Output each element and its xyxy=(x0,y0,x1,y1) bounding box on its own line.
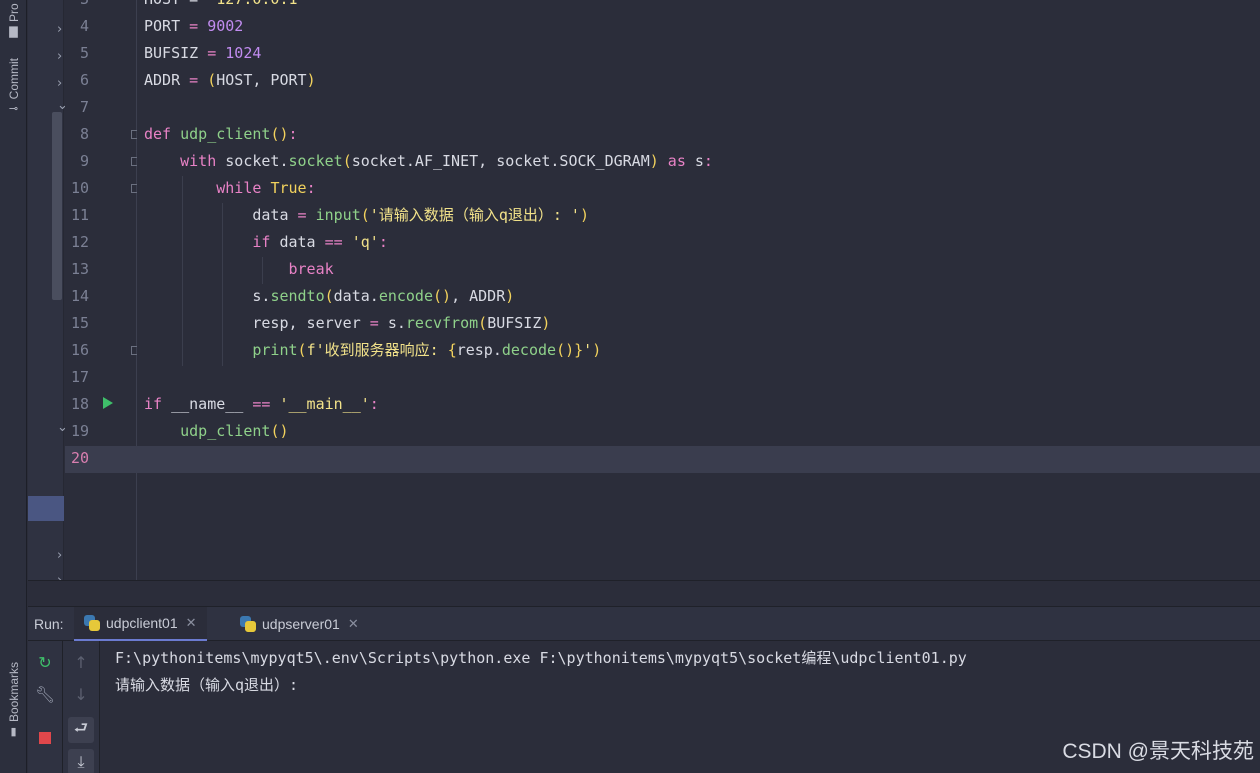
console-line: F:\pythonitems\mypyqt5\.env\Scripts\pyth… xyxy=(115,649,967,667)
rerun-icon[interactable]: ↻ xyxy=(32,649,58,675)
code-line: while True: xyxy=(216,179,316,197)
line-number: 9 xyxy=(79,152,89,170)
tool-window-strip: Pro ▇ Commit ⊸ Bookmarks ▮ xyxy=(0,0,27,773)
line-number: 20 xyxy=(70,449,89,467)
line-number: 6 xyxy=(79,71,89,89)
code-line: ADDR = (HOST, PORT) xyxy=(144,71,316,89)
run-tab-udpserver01[interactable]: udpserver01 ✕ xyxy=(230,607,369,641)
line-number: 7 xyxy=(79,98,89,116)
code-line: resp, server = s.recvfrom(BUFSIZ) xyxy=(144,314,551,332)
line-number: 8 xyxy=(79,125,89,143)
line-number: 17 xyxy=(70,368,89,386)
console-toolbar: ↑ ↓ ⮐ ⤓ xyxy=(63,641,100,773)
line-number: 4 xyxy=(79,17,89,35)
current-line-highlight xyxy=(137,446,1260,473)
code-line: HOST = '127.0.0.1' xyxy=(144,0,307,13)
python-icon xyxy=(240,616,256,632)
code-line: def udp_client(): xyxy=(144,125,298,143)
project-tool-tab[interactable]: Pro ▇ xyxy=(0,0,27,38)
scroll-to-end-icon[interactable]: ⤓ xyxy=(68,749,94,773)
run-icon[interactable] xyxy=(103,397,113,409)
line-number: 11 xyxy=(70,206,89,224)
line-number: 5 xyxy=(79,44,89,62)
run-label: Run: xyxy=(34,616,64,632)
code-line: break xyxy=(288,260,334,278)
python-icon xyxy=(84,615,100,631)
close-icon[interactable]: ✕ xyxy=(348,617,359,632)
code-line: data = input('请输入数据（输入q退出）: ') xyxy=(144,206,589,224)
line-number: 12 xyxy=(70,233,89,251)
line-number: 10 xyxy=(70,179,89,197)
commit-tool-tab[interactable]: Commit ⊸ xyxy=(0,58,27,115)
run-tab-bar: Run: udpclient01 ✕ udpserver01 ✕ xyxy=(28,606,1260,641)
line-number: 3 xyxy=(65,0,89,13)
code-line: s.sendto(data.encode(), ADDR) xyxy=(144,287,515,305)
run-tab-udpclient01[interactable]: udpclient01 ✕ xyxy=(74,607,207,641)
panel-splitter[interactable] xyxy=(28,580,1260,606)
bookmarks-tab-label: Bookmarks xyxy=(6,662,21,723)
close-icon[interactable]: ✕ xyxy=(186,616,197,631)
code-line: BUFSIZ = 1024 xyxy=(144,44,262,62)
chevron-right-icon[interactable]: › xyxy=(57,76,62,91)
code-line: udp_client() xyxy=(180,422,289,440)
code-editor[interactable]: HOST = '127.0.0.1' PORT = 9002 BUFSIZ = 10… xyxy=(137,0,1260,580)
run-tab-label: udpclient01 xyxy=(106,615,178,631)
project-tree-panel[interactable]: › › › ⌄ ⌄ › › xyxy=(28,0,68,605)
wrench-icon[interactable]: 🔧︎ xyxy=(32,681,58,707)
line-number: 13 xyxy=(70,260,89,278)
run-toolbar: ↻ 🔧︎ xyxy=(28,641,63,773)
chevron-right-icon[interactable]: › xyxy=(57,22,62,37)
code-line: if data == 'q': xyxy=(252,233,388,251)
editor-gutter[interactable]: 3 4 5 6 7 8 9 10 11 12 13 14 15 16 17 18 19 20 xyxy=(65,0,140,580)
tree-scrollbar[interactable] xyxy=(52,112,62,300)
code-line: PORT = 9002 xyxy=(144,17,244,35)
bookmarks-tool-tab[interactable]: Bookmarks ▮ xyxy=(0,662,27,738)
soft-wrap-icon[interactable]: ⮐ xyxy=(68,717,94,743)
chevron-right-icon[interactable]: › xyxy=(57,548,62,563)
project-tab-label: Pro xyxy=(6,3,21,22)
bookmark-icon: ▮ xyxy=(10,726,17,739)
console-line: 请输入数据（输入q退出）: xyxy=(115,676,299,694)
run-tab-label: udpserver01 xyxy=(262,616,340,632)
code-line: if __name__ == '__main__': xyxy=(144,395,379,413)
line-number: 16 xyxy=(70,341,89,359)
line-number: 19 xyxy=(70,422,89,440)
commit-tab-label: Commit xyxy=(6,58,21,100)
arrow-down-icon[interactable]: ↓ xyxy=(68,681,94,707)
code-line: with socket.socket(socket.AF_INET, socke… xyxy=(180,152,713,170)
stop-icon xyxy=(39,732,51,744)
folder-icon: ▇ xyxy=(9,26,18,38)
commit-icon: ⊸ xyxy=(8,103,19,116)
code-line: print(f'收到服务器响应: {resp.decode()}') xyxy=(252,341,602,359)
stop-button[interactable] xyxy=(32,725,58,751)
arrow-up-icon[interactable]: ↑ xyxy=(68,649,94,675)
watermark: CSDN @景天科技苑 xyxy=(1062,740,1254,763)
line-number: 15 xyxy=(70,314,89,332)
tree-selected-row[interactable] xyxy=(28,496,64,521)
chevron-right-icon[interactable]: › xyxy=(57,49,62,64)
line-number: 18 xyxy=(70,395,89,413)
line-number: 14 xyxy=(70,287,89,305)
